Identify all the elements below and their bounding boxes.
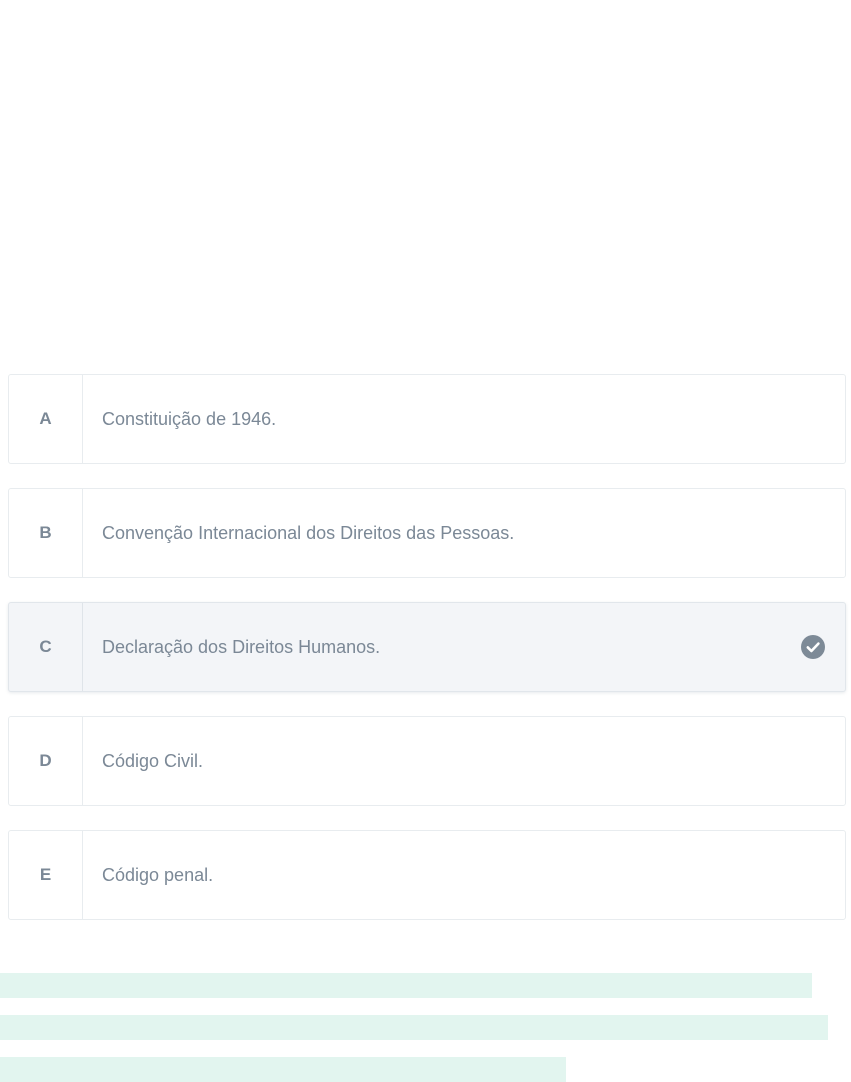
option-text: Código penal.: [102, 864, 214, 885]
option-text: Constituição de 1946.: [102, 408, 277, 429]
option-letter: B: [9, 489, 83, 577]
option-text: Declaração dos Direitos Humanos.: [102, 636, 381, 657]
option-text: Código Civil.: [102, 750, 204, 771]
option-text: Convenção Internacional dos Direitos das…: [102, 522, 515, 543]
loading-placeholder-bar: [0, 1057, 566, 1082]
option-letter: A: [9, 375, 83, 463]
option-c[interactable]: C Declaração dos Direitos Humanos.: [8, 602, 846, 692]
check-circle-icon: [801, 635, 825, 659]
option-e[interactable]: E Código penal.: [8, 830, 846, 920]
loading-placeholder-bar: [0, 1015, 828, 1040]
option-letter: D: [9, 717, 83, 805]
option-d[interactable]: D Código Civil.: [8, 716, 846, 806]
option-letter: C: [9, 603, 83, 691]
option-b[interactable]: B Convenção Internacional dos Direitos d…: [8, 488, 846, 578]
option-letter: E: [9, 831, 83, 919]
option-a[interactable]: A Constituição de 1946.: [8, 374, 846, 464]
loading-placeholder-bar: [0, 973, 812, 998]
answer-options: A Constituição de 1946. B Convenção Inte…: [8, 374, 846, 944]
